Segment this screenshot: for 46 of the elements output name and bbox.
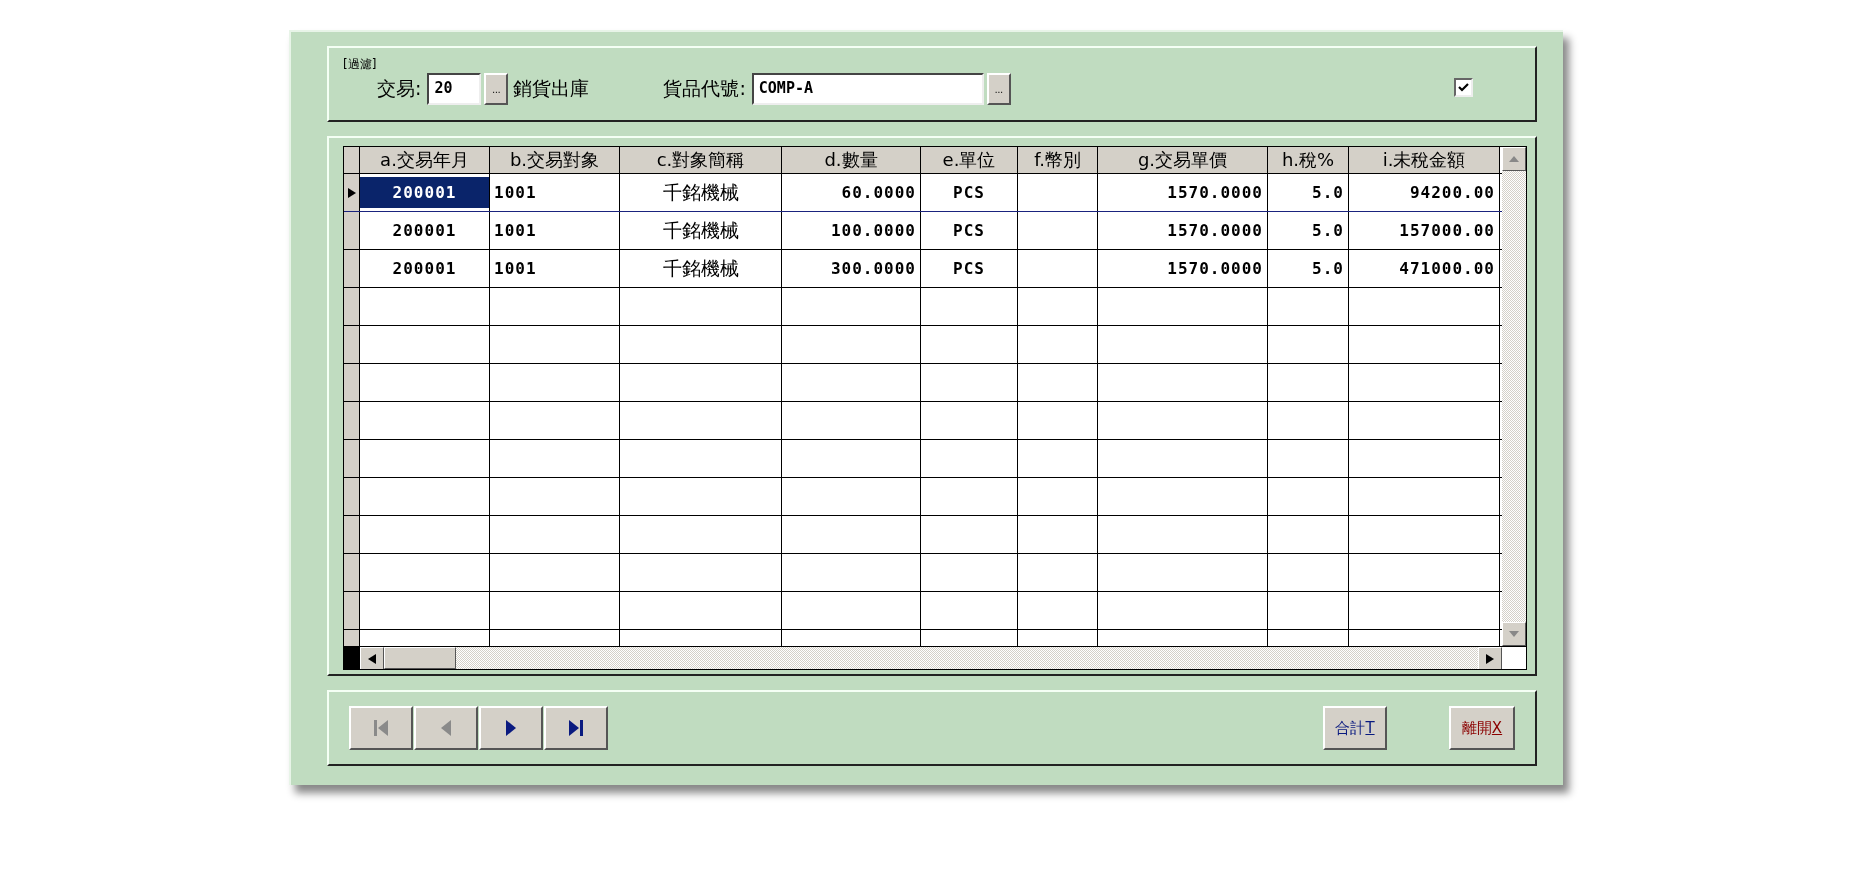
scroll-left-button[interactable] xyxy=(360,647,384,669)
navigation-button[interactable] xyxy=(479,706,543,750)
table-row[interactable]: 200001 1001 千銘機械 100.0000 PCS 1570.0000 5.0 157000.00 xyxy=(344,212,1502,250)
checkbox[interactable] xyxy=(1454,78,1473,97)
next-record-icon xyxy=(506,720,516,736)
previous-record-icon xyxy=(441,720,451,736)
table-cell: 200001 xyxy=(360,174,490,211)
row-pointer-icon xyxy=(347,187,356,198)
filter-caption: [過濾] xyxy=(343,56,378,73)
transaction-name: 銷貨出庫 xyxy=(513,76,590,101)
down-arrow-icon xyxy=(1509,631,1519,637)
table-row[interactable]: 200001 1001 千銘機械 300.0000 PCS 1570.0000 5.0 471000.00 xyxy=(344,250,1502,288)
horizontal-scrollbar[interactable] xyxy=(360,647,1502,669)
navigation-button[interactable] xyxy=(544,706,608,750)
transaction-field[interactable]: 20 xyxy=(427,73,482,105)
total-button[interactable]: 合計T xyxy=(1323,706,1387,750)
up-arrow-icon xyxy=(1509,156,1519,162)
right-arrow-icon xyxy=(1486,654,1494,664)
left-arrow-icon xyxy=(368,654,376,664)
item-code-field[interactable]: COMP-A xyxy=(751,73,984,105)
column-header[interactable]: a.交易年月 xyxy=(360,147,490,173)
row-header[interactable] xyxy=(344,212,360,249)
check-icon xyxy=(1458,83,1469,92)
scroll-up-button[interactable] xyxy=(1502,147,1526,171)
column-header[interactable]: e.單位 xyxy=(921,147,1018,173)
column-header[interactable]: i.未稅金額 xyxy=(1349,147,1500,173)
exit-button[interactable]: 離開X xyxy=(1449,706,1515,750)
transaction-label: 交易: xyxy=(377,76,422,101)
column-header[interactable]: h.稅% xyxy=(1268,147,1349,173)
row-header[interactable] xyxy=(344,174,360,211)
column-header[interactable]: d.數量 xyxy=(782,147,921,173)
row-header[interactable] xyxy=(344,250,360,287)
scrollbar-thumb[interactable] xyxy=(384,647,456,669)
item-code-label: 貨品代號: xyxy=(663,76,746,101)
item-code-lookup-button[interactable]: ... xyxy=(986,73,1011,105)
vertical-scrollbar[interactable] xyxy=(1502,147,1526,646)
column-header[interactable]: f.幣別 xyxy=(1018,147,1098,173)
scroll-right-button[interactable] xyxy=(1478,647,1502,669)
column-header[interactable]: c.對象簡稱 xyxy=(620,147,782,173)
column-header[interactable]: g.交易單價 xyxy=(1098,147,1268,173)
transaction-lookup-button[interactable]: ... xyxy=(484,73,509,105)
first-record-icon xyxy=(374,720,388,736)
last-record-icon xyxy=(569,720,583,736)
column-header[interactable]: b.交易對象 xyxy=(490,147,620,173)
table-row[interactable]: 200001 1001 千銘機械 60.0000 PCS 1570.0000 5.0 94200.00 xyxy=(344,174,1502,212)
scroll-down-button[interactable] xyxy=(1502,622,1526,646)
